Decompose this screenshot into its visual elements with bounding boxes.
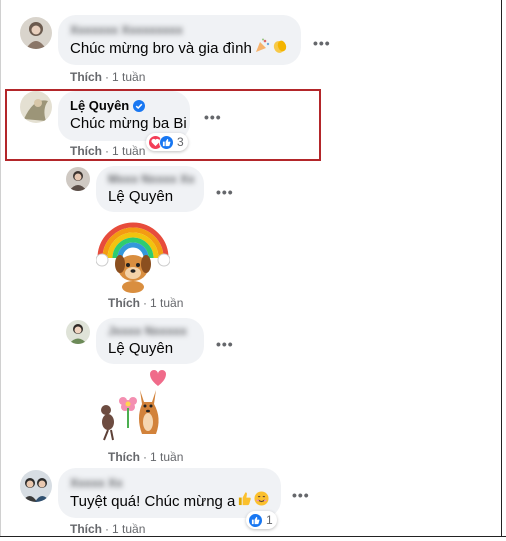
timestamp[interactable]: 1 tuần: [112, 144, 145, 158]
like-reaction-icon: [159, 134, 174, 150]
timestamp[interactable]: 1 tuần: [112, 522, 145, 536]
more-options-button[interactable]: •••: [313, 36, 331, 50]
timestamp[interactable]: 1 tuần: [150, 296, 183, 310]
like-reaction-icon: [248, 512, 263, 528]
reaction-count: 1: [266, 513, 273, 527]
reaction-summary[interactable]: 3: [146, 133, 188, 151]
comment-text: Chúc mừng bro và gia đình: [70, 38, 289, 60]
mention-link[interactable]: Lệ Quyên: [108, 339, 192, 359]
more-options-button[interactable]: •••: [292, 488, 310, 502]
avatar[interactable]: [66, 167, 90, 191]
comment-actions: Thích · 1 tuần: [70, 522, 146, 536]
smiling-face-icon: [254, 491, 269, 512]
frame-right-border: [501, 0, 506, 541]
thumbs-up-icon: [237, 491, 252, 512]
comment-actions: Thích · 1 tuần: [70, 70, 146, 84]
more-options-button[interactable]: •••: [216, 337, 234, 351]
reaction-count: 3: [177, 135, 184, 149]
party-popper-icon: [254, 38, 270, 60]
timestamp[interactable]: 1 tuần: [150, 450, 183, 464]
comment-bubble: Xxxxx Xx Tuyệt quá! Chúc mừng a: [58, 468, 281, 518]
comment-author[interactable]: Xxxxx Xx: [70, 475, 269, 491]
rainbow-dog-sticker[interactable]: [95, 218, 171, 294]
comment-author[interactable]: Lệ Quyên: [70, 98, 178, 114]
reaction-summary[interactable]: 1: [246, 511, 277, 529]
more-options-button[interactable]: •••: [216, 185, 234, 199]
avatar[interactable]: [20, 91, 52, 123]
like-link[interactable]: Thích: [70, 144, 102, 158]
comment-actions: Thích · 1 tuần: [108, 296, 184, 310]
comment-author[interactable]: Jxxxx Nxxxxx: [108, 323, 192, 339]
like-link[interactable]: Thích: [70, 70, 102, 84]
timestamp[interactable]: 1 tuần: [112, 70, 145, 84]
comment-actions: Thích · 1 tuần: [108, 450, 184, 464]
comment-text: Chúc mừng ba Bi: [70, 115, 187, 132]
like-link[interactable]: Thích: [108, 296, 140, 310]
comment-actions: Thích · 1 tuần: [70, 144, 146, 158]
reply-bubble: Mxxx Nxxxx Xx Lệ Quyên: [96, 166, 204, 212]
like-link[interactable]: Thích: [108, 450, 140, 464]
avatar[interactable]: [66, 320, 90, 344]
mention-link[interactable]: Lệ Quyên: [108, 187, 192, 207]
more-options-button[interactable]: •••: [204, 110, 222, 124]
comment-author[interactable]: Xxxxxxx Xxxxxxxxx: [70, 22, 289, 38]
frame-bottom-border: [0, 536, 506, 541]
clapping-hands-icon: [272, 38, 288, 60]
comment-author[interactable]: Mxxx Nxxxx Xx: [108, 171, 195, 187]
avatar[interactable]: [20, 17, 52, 49]
avatar[interactable]: [20, 470, 52, 502]
verified-badge-icon: [133, 100, 146, 112]
dogs-flower-heart-sticker[interactable]: [96, 368, 170, 444]
reply-bubble: Jxxxx Nxxxxx Lệ Quyên: [96, 318, 204, 364]
comment-bubble: Xxxxxxx Xxxxxxxxx Chúc mừng bro và gia đ…: [58, 15, 301, 65]
frame-left-border: [0, 0, 1, 541]
like-link[interactable]: Thích: [70, 522, 102, 536]
comment-text: Tuyệt quá! Chúc mừng a: [70, 491, 269, 512]
